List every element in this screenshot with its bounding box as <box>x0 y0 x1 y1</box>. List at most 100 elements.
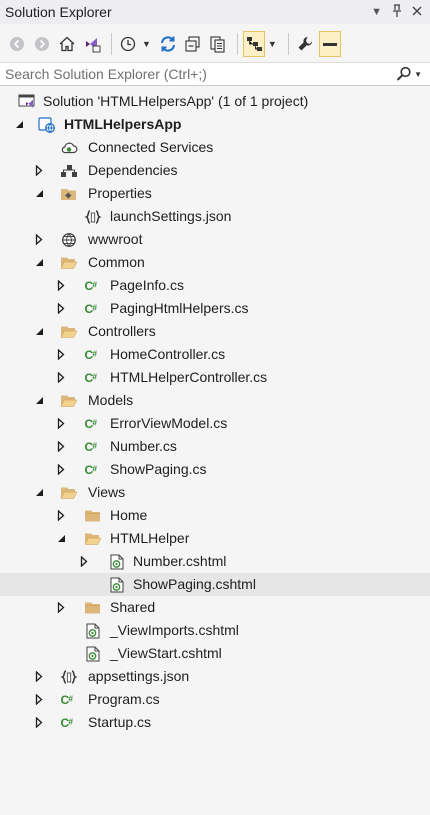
tree-item[interactable]: C # Number.cs <box>0 435 430 458</box>
search-icon <box>396 66 411 81</box>
tree-item[interactable]: _ViewStart.cshtml <box>0 642 430 665</box>
tree-item[interactable]: C # PagingHtmlHelpers.cs <box>0 297 430 320</box>
expanded-arrow-icon[interactable] <box>32 481 46 504</box>
expanded-arrow-icon[interactable] <box>12 113 26 136</box>
tree-item[interactable]: Solution 'HTMLHelpersApp' (1 of 1 projec… <box>0 90 430 113</box>
tree-item[interactable]: appsettings.json <box>0 665 430 688</box>
switch-views-button[interactable] <box>81 32 103 56</box>
expanded-arrow-icon[interactable] <box>32 251 46 274</box>
tree-item-label: ShowPaging.cs <box>110 461 207 477</box>
tree-item-label: PagingHtmlHelpers.cs <box>110 300 249 316</box>
tree-item[interactable]: Properties <box>0 182 430 205</box>
collapse-all-button[interactable] <box>182 32 204 56</box>
pending-changes-filter-button[interactable] <box>117 32 139 56</box>
tree-item[interactable]: C # Startup.cs <box>0 711 430 734</box>
collapsed-arrow-icon[interactable] <box>54 458 68 481</box>
tree-item[interactable]: Controllers <box>0 320 430 343</box>
tree-item[interactable]: C # ShowPaging.cs <box>0 458 430 481</box>
tree-item[interactable]: C # ErrorViewModel.cs <box>0 412 430 435</box>
home-icon <box>59 36 75 52</box>
search-input[interactable] <box>0 63 397 85</box>
svg-text:#: # <box>92 348 97 358</box>
close-icon[interactable] <box>412 6 422 19</box>
collapsed-arrow-icon[interactable] <box>54 366 68 389</box>
solution-icon <box>18 93 36 110</box>
preview-pane-button[interactable] <box>318 31 341 57</box>
tree-item[interactable]: C # HomeController.cs <box>0 343 430 366</box>
forward-button[interactable] <box>31 32 53 56</box>
tree-item[interactable]: Models <box>0 389 430 412</box>
expanded-arrow-icon[interactable] <box>32 320 46 343</box>
tree-item[interactable]: Number.cshtml <box>0 550 430 573</box>
tree-item[interactable]: HTMLHelpersApp <box>0 113 430 136</box>
chevron-down-icon[interactable]: ▼ <box>414 70 422 79</box>
tree-item[interactable]: _ViewImports.cshtml <box>0 619 430 642</box>
expanded-arrow-icon[interactable] <box>54 527 68 550</box>
connected-services-icon <box>60 139 78 156</box>
tree-item[interactable]: launchSettings.json <box>0 205 430 228</box>
tree-item-label: PageInfo.cs <box>110 277 184 293</box>
tree-item-label: Views <box>88 484 126 500</box>
properties-button[interactable] <box>294 32 316 56</box>
collapsed-arrow-icon[interactable] <box>54 504 68 527</box>
tree-item-label: Common <box>88 254 145 270</box>
tree-item[interactable]: Shared <box>0 596 430 619</box>
expanded-arrow-icon[interactable] <box>32 389 46 412</box>
collapsed-arrow-icon[interactable] <box>77 550 91 573</box>
tree-item[interactable]: Common <box>0 251 430 274</box>
tree-item[interactable]: C # HTMLHelperController.cs <box>0 366 430 389</box>
show-all-files-button[interactable] <box>207 32 229 56</box>
tree-item-label: Properties <box>88 185 152 201</box>
properties-folder-icon <box>60 185 78 202</box>
preview-selected-items-button[interactable] <box>242 31 265 57</box>
csharp-file-icon: C # <box>84 277 102 294</box>
tree-item[interactable]: Dependencies <box>0 159 430 182</box>
collapsed-arrow-icon[interactable] <box>54 596 68 619</box>
tree-item-label: Models <box>88 392 134 408</box>
folder-open-icon <box>60 323 78 340</box>
title-controls: ▼ <box>371 4 430 20</box>
svg-text:#: # <box>68 716 73 726</box>
collapsed-arrow-icon[interactable] <box>32 665 46 688</box>
tree-item-label: ErrorViewModel.cs <box>110 415 228 431</box>
collapsed-arrow-icon[interactable] <box>54 297 68 320</box>
chevron-down-icon[interactable]: ▼ <box>268 32 277 56</box>
chevron-down-icon[interactable]: ▼ <box>142 32 151 56</box>
tree-item-label: ShowPaging.cshtml <box>133 576 256 592</box>
collapsed-arrow-icon[interactable] <box>32 159 46 182</box>
cshtml-file-icon <box>108 576 126 593</box>
cshtml-file-icon <box>84 622 102 639</box>
search-options-button[interactable]: ▼ <box>396 66 430 82</box>
collapsed-arrow-icon[interactable] <box>32 711 46 734</box>
tree-item[interactable]: wwwroot <box>0 228 430 251</box>
pin-icon[interactable] <box>392 4 402 20</box>
tree-item-label: HTMLHelpersApp <box>64 116 182 132</box>
dependencies-icon <box>60 162 78 179</box>
collapsed-arrow-icon[interactable] <box>32 688 46 711</box>
tree-item-label: Controllers <box>88 323 156 339</box>
tree-item[interactable]: C # Program.cs <box>0 688 430 711</box>
sync-arrows-icon <box>160 36 175 52</box>
home-button[interactable] <box>56 32 78 56</box>
collapsed-arrow-icon[interactable] <box>54 412 68 435</box>
tree-item[interactable]: ShowPaging.cshtml <box>0 573 430 596</box>
tree-item[interactable]: HTMLHelper <box>0 527 430 550</box>
toolbar-separator <box>111 33 112 55</box>
collapsed-arrow-icon[interactable] <box>54 343 68 366</box>
solution-tree: Solution 'HTMLHelpersApp' (1 of 1 projec… <box>0 90 430 734</box>
tree-item[interactable]: C # PageInfo.cs <box>0 274 430 297</box>
collapsed-arrow-icon[interactable] <box>54 435 68 458</box>
back-button[interactable] <box>6 32 28 56</box>
window-position-dropdown-icon[interactable]: ▼ <box>371 6 382 18</box>
json-file-icon <box>84 208 102 225</box>
collapsed-arrow-icon[interactable] <box>32 228 46 251</box>
tree-item[interactable]: Connected Services <box>0 136 430 159</box>
tree-item[interactable]: Home <box>0 504 430 527</box>
csharp-file-icon: C # <box>84 461 102 478</box>
expanded-arrow-icon[interactable] <box>32 182 46 205</box>
back-arrow-icon <box>10 37 24 51</box>
collapsed-arrow-icon[interactable] <box>54 274 68 297</box>
title-bar: Solution Explorer ▼ <box>0 0 430 24</box>
sync-with-active-document-button[interactable] <box>157 32 179 56</box>
tree-item[interactable]: Views <box>0 481 430 504</box>
